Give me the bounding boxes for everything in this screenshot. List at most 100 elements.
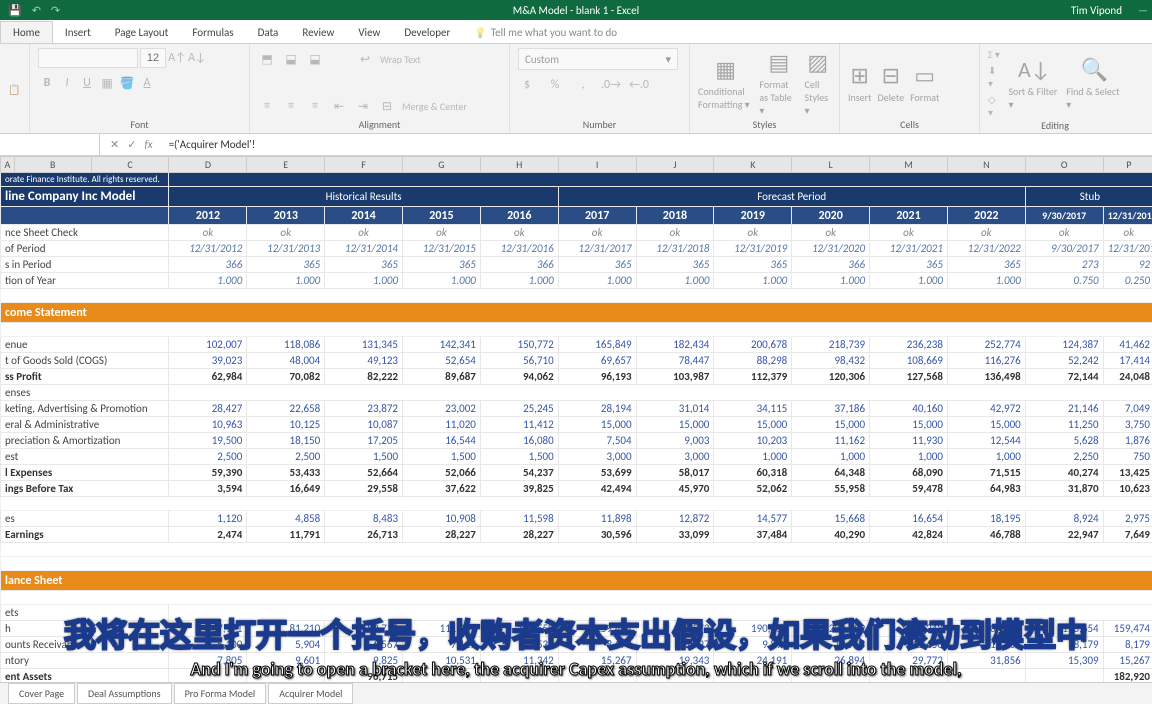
cell[interactable]: ok	[403, 225, 481, 241]
cell[interactable]: 303,250	[947, 621, 1025, 637]
wrap-text[interactable]: Wrap Text	[380, 53, 421, 66]
cell[interactable]: 15,000	[636, 417, 714, 433]
cell[interactable]: 1,000	[870, 449, 948, 465]
cell[interactable]: 53,433	[247, 465, 325, 481]
cell[interactable]: 45,970	[636, 481, 714, 497]
cell[interactable]: 8,997	[636, 637, 714, 653]
cell[interactable]: ok	[1025, 225, 1103, 241]
cell[interactable]: 124,387	[1025, 337, 1103, 353]
cell[interactable]: 9,601	[247, 653, 325, 669]
font-size[interactable]	[140, 48, 166, 68]
cell[interactable]: 64,348	[792, 465, 870, 481]
column-header[interactable]: A	[1, 157, 15, 173]
cell[interactable]: ok	[169, 225, 247, 241]
cell[interactable]: 224,399	[792, 621, 870, 637]
cell[interactable]: 116,276	[947, 353, 1025, 369]
cell[interactable]: 2,500	[247, 449, 325, 465]
cell[interactable]: 25,245	[480, 401, 558, 417]
cell[interactable]: 31,856	[947, 653, 1025, 669]
tab-review[interactable]: Review	[290, 22, 346, 43]
cell[interactable]: 139,550	[480, 621, 558, 637]
cell[interactable]: 11,650	[870, 637, 948, 653]
cell[interactable]: 10,963	[169, 417, 247, 433]
cell[interactable]: 37,622	[403, 481, 481, 497]
cell[interactable]: 52,062	[714, 481, 792, 497]
cell[interactable]: 6,567	[325, 637, 403, 653]
cell[interactable]: 236,238	[870, 337, 948, 353]
fx-icon[interactable]: fx	[144, 138, 152, 151]
align-right-icon[interactable]: ≡	[306, 97, 324, 115]
cell[interactable]: 82,222	[325, 369, 403, 385]
cell[interactable]: 142,341	[403, 337, 481, 353]
name-box[interactable]	[0, 134, 100, 155]
cell[interactable]: 365	[403, 257, 481, 273]
cell[interactable]: 218,739	[792, 337, 870, 353]
cell[interactable]: 37,484	[714, 527, 792, 543]
cell[interactable]: 15,000	[870, 417, 948, 433]
comma-icon[interactable]: ,	[574, 76, 592, 94]
cell[interactable]: 1,000	[792, 449, 870, 465]
cell[interactable]: 4,858	[247, 511, 325, 527]
column-header[interactable]: G	[403, 157, 481, 173]
cell[interactable]: 11,020	[403, 417, 481, 433]
cell[interactable]: 103,987	[636, 369, 714, 385]
sort-filter-button[interactable]: A↓Sort & Filter ▾	[1008, 56, 1060, 111]
sheet-tab[interactable]: Pro Forma Model	[174, 683, 267, 704]
cell[interactable]: 11,250	[1025, 417, 1103, 433]
cell[interactable]: 3,000	[558, 449, 636, 465]
tell-me[interactable]: Tell me what you want to do	[462, 22, 629, 43]
cell[interactable]: 365	[325, 257, 403, 273]
delete-button[interactable]: ⊟Delete	[878, 62, 905, 104]
column-header[interactable]: F	[325, 157, 403, 173]
column-header[interactable]: L	[792, 157, 870, 173]
grow-font-icon[interactable]: A↑	[168, 49, 186, 67]
shrink-font-icon[interactable]: A↓	[188, 49, 206, 67]
cell[interactable]: 40,290	[792, 527, 870, 543]
inc-decimal-icon[interactable]: .0→	[602, 76, 620, 94]
cell[interactable]: 1,500	[403, 449, 481, 465]
cell[interactable]: 165,849	[558, 337, 636, 353]
cell[interactable]: 3,594	[169, 481, 247, 497]
cell[interactable]: ok	[480, 225, 558, 241]
tab-formulas[interactable]: Formulas	[180, 22, 245, 43]
cell[interactable]: 16,649	[247, 481, 325, 497]
cell[interactable]: 10,203	[714, 433, 792, 449]
cell[interactable]: 190,511	[714, 621, 792, 637]
cell[interactable]: 28,194	[558, 401, 636, 417]
cell[interactable]: 18,195	[947, 511, 1025, 527]
cell[interactable]: 92	[1103, 257, 1152, 273]
cell[interactable]: 14,577	[714, 511, 792, 527]
cell[interactable]: 1.000	[169, 273, 247, 289]
cell[interactable]: 136,498	[947, 369, 1025, 385]
enter-icon[interactable]: ✓	[127, 138, 136, 151]
column-header[interactable]: J	[636, 157, 714, 173]
cell[interactable]: 9/30/2017	[1025, 241, 1103, 257]
cell[interactable]: 12/31/2015	[403, 241, 481, 257]
cell[interactable]: 78,447	[636, 353, 714, 369]
cell[interactable]: 366	[792, 257, 870, 273]
cell[interactable]: 26,894	[792, 653, 870, 669]
cell[interactable]: 23,872	[325, 401, 403, 417]
cell[interactable]: 22,658	[247, 401, 325, 417]
cell[interactable]: 182,573	[636, 621, 714, 637]
cell[interactable]: 55,958	[792, 481, 870, 497]
align-left-icon[interactable]: ≡	[258, 97, 276, 115]
cell[interactable]: 200,678	[714, 337, 792, 353]
cell[interactable]: 56,710	[480, 353, 558, 369]
cell[interactable]: 365	[947, 257, 1025, 273]
number-format[interactable]: Custom▾	[518, 48, 678, 70]
cell[interactable]: 261,248	[870, 621, 948, 637]
cell[interactable]: 15,000	[714, 417, 792, 433]
column-header[interactable]: P	[1103, 157, 1152, 173]
cell[interactable]: 11,930	[870, 433, 948, 449]
cell[interactable]: 15,309	[1025, 653, 1103, 669]
fill-icon[interactable]: ⬇ ▾	[988, 64, 1002, 90]
cell[interactable]: 118,086	[247, 337, 325, 353]
cell[interactable]: 120,306	[792, 369, 870, 385]
cell[interactable]: 12/31/2018	[636, 241, 714, 257]
underline-icon[interactable]: U	[78, 74, 96, 92]
cell[interactable]: 1,000	[947, 449, 1025, 465]
cell[interactable]: 5,100	[169, 637, 247, 653]
cell[interactable]: 30,596	[558, 527, 636, 543]
cell[interactable]: ok	[558, 225, 636, 241]
